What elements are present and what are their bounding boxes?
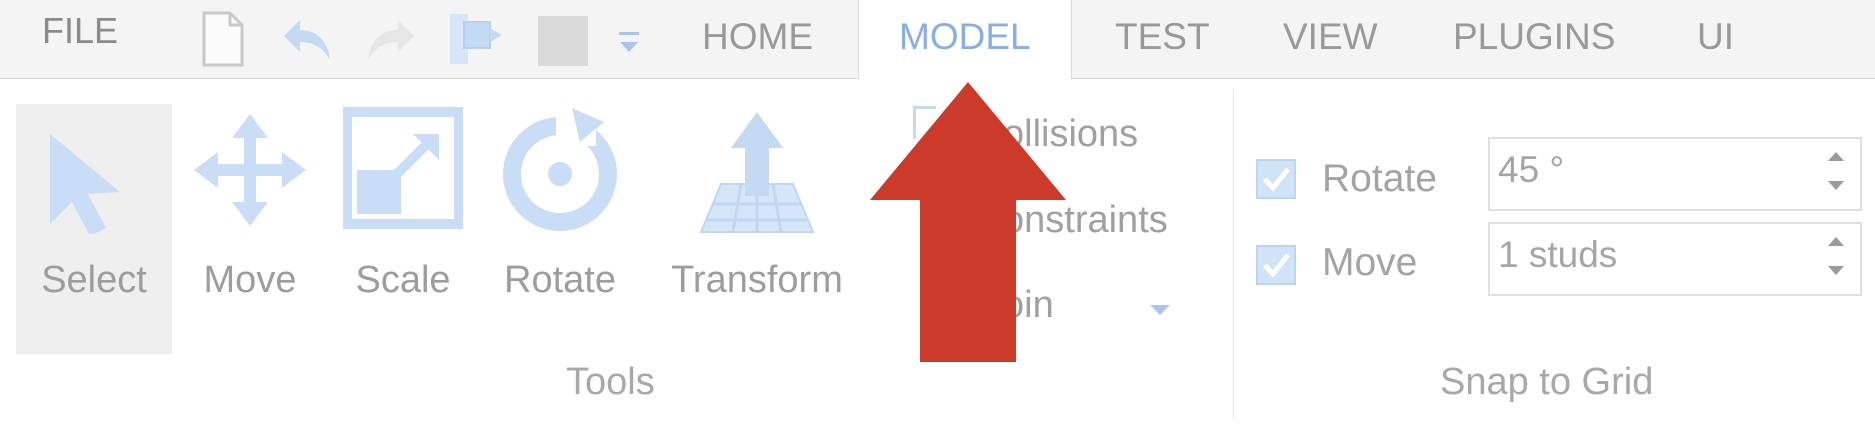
- transform-icon: [697, 104, 817, 234]
- red-arrow-annotation-icon: [870, 82, 1066, 369]
- redo-icon[interactable]: [360, 14, 420, 71]
- tools-group-label: Tools: [566, 361, 655, 403]
- rotate-snap-label: Rotate: [1322, 157, 1437, 200]
- cursor-icon: [16, 104, 172, 236]
- move-tool-button[interactable]: Move: [190, 104, 310, 354]
- move-snap-label: Move: [1322, 241, 1418, 284]
- tab-ui[interactable]: UI: [1697, 16, 1734, 58]
- spin-up-icon[interactable]: [1826, 149, 1846, 168]
- spin-down-icon[interactable]: [1826, 264, 1846, 283]
- move-snap-checkbox[interactable]: [1256, 245, 1296, 285]
- tab-file[interactable]: FILE: [42, 10, 118, 52]
- customize-toolbar-icon[interactable]: [616, 28, 642, 63]
- tab-test[interactable]: TEST: [1115, 16, 1210, 58]
- tab-home[interactable]: HOME: [702, 16, 813, 58]
- rotate-tool-button[interactable]: Rotate: [500, 104, 620, 354]
- ribbon-tab-bar: FILE HOME MODEL TEST VIEW PLUGINS UI: [0, 0, 1875, 79]
- transform-tool-label: Transform: [671, 259, 843, 301]
- scale-icon: [342, 104, 464, 234]
- rotate-snap-checkbox[interactable]: [1256, 159, 1296, 199]
- rotate-icon: [500, 104, 620, 234]
- group-divider: [1233, 89, 1234, 419]
- scale-tool-button[interactable]: Scale: [342, 104, 464, 354]
- rotate-snap-value: 45 °: [1498, 149, 1565, 190]
- move-snap-value: 1 studs: [1498, 234, 1618, 275]
- tab-view[interactable]: VIEW: [1283, 16, 1378, 58]
- scale-tool-label: Scale: [355, 259, 451, 301]
- tab-model[interactable]: MODEL: [858, 0, 1072, 79]
- select-tool-label: Select: [41, 259, 147, 301]
- move-snap-input[interactable]: 1 studs: [1488, 222, 1862, 296]
- move-arrows-icon: [190, 104, 310, 234]
- rotate-snap-input[interactable]: 45 °: [1488, 137, 1862, 211]
- transform-tool-button[interactable]: Transform: [671, 104, 843, 354]
- group-models-icon[interactable]: [446, 8, 506, 75]
- spin-up-icon[interactable]: [1826, 234, 1846, 253]
- new-file-icon[interactable]: [200, 10, 246, 73]
- stop-icon[interactable]: [536, 14, 590, 73]
- undo-icon[interactable]: [278, 14, 338, 71]
- rotate-tool-label: Rotate: [504, 259, 616, 301]
- tab-plugins[interactable]: PLUGINS: [1453, 16, 1615, 58]
- select-tool-button[interactable]: Select: [16, 104, 172, 354]
- spin-down-icon[interactable]: [1826, 179, 1846, 198]
- snap-to-grid-group-label: Snap to Grid: [1440, 361, 1654, 403]
- chevron-down-icon[interactable]: [1148, 303, 1172, 322]
